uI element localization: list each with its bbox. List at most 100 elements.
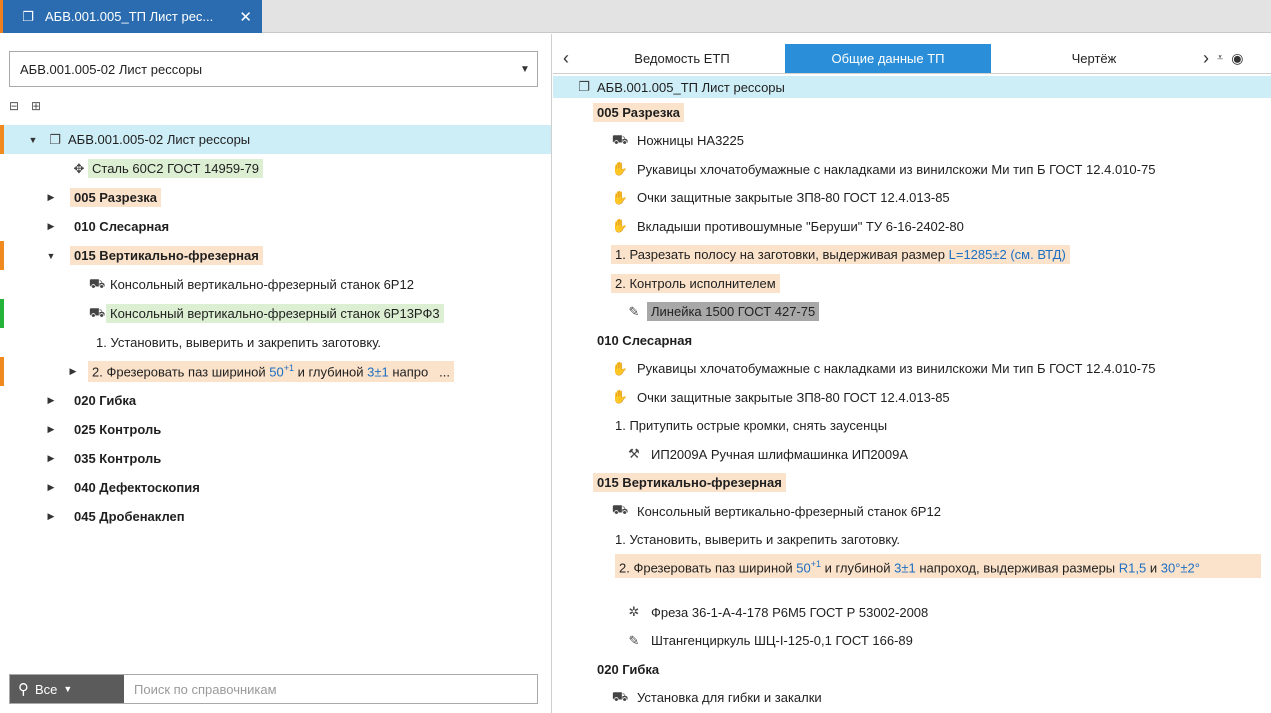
document-select[interactable]: АБВ.001.005-02 Лист рессоры ▼: [9, 51, 538, 87]
dropdown-arrow-icon: ▼: [63, 684, 73, 694]
text-part: и глубиной: [820, 560, 895, 576]
tree-item-op005[interactable]: ▶ 005 Разрезка: [0, 183, 551, 212]
tree-item-label: 1. Установить, выверить и закрепить заго…: [96, 335, 382, 350]
document-icon: ❐: [22, 8, 34, 24]
operation-row[interactable]: 010 Слесарная: [553, 326, 1271, 355]
ppe-row[interactable]: ✋ Рукавицы хлочатобумажные с накладками …: [553, 355, 1271, 384]
measuring-tool-icon: ✎: [628, 303, 640, 319]
step-row[interactable]: 1. Притупить острые кромки, снять заусен…: [553, 412, 1271, 441]
ppe-row[interactable]: ✋ Очки защитные закрытые ЗП8-80 ГОСТ 12.…: [553, 184, 1271, 213]
step-row[interactable]: 1. Установить, выверить и закрепить заго…: [553, 526, 1271, 555]
tool-row[interactable]: ✎ Линейка 1500 ГОСТ 427-75: [553, 298, 1271, 327]
tool-row[interactable]: ⚒ ИП2009А Ручная шлифмашинка ИП2009А: [553, 440, 1271, 469]
process-tree: ▼ ❐ АБВ.001.005-02 Лист рессоры ✥ Сталь …: [0, 125, 551, 531]
row-label: Рукавицы хлочатобумажные с накладками из…: [637, 361, 1156, 377]
text-part: 2. Фрезеровать паз шириной: [619, 560, 797, 576]
tree-item-op020[interactable]: ▶ 020 Гибка: [0, 386, 551, 415]
operation-row[interactable]: 020 Гибка: [553, 655, 1271, 684]
dimension-link[interactable]: 30°±2°: [1161, 560, 1200, 575]
tree-item-op035[interactable]: ▶ 035 Контроль: [0, 444, 551, 473]
tool-row[interactable]: ✎ Штангенциркуль ШЦ-I-125-0,1 ГОСТ 166-8…: [553, 627, 1271, 656]
expand-all-icon[interactable]: ⊞: [31, 98, 47, 114]
scroll-right-icon[interactable]: ›: [1203, 48, 1209, 69]
tab-list-icon[interactable]: ⩡: [1217, 52, 1223, 65]
equipment-row[interactable]: ⛟ Установка для гибки и закалки: [553, 684, 1271, 713]
tab-general-data[interactable]: Общие данные ТП: [785, 44, 991, 73]
chevron-right-icon[interactable]: ▶: [44, 482, 58, 493]
tool-row[interactable]: ✲ Фреза 36-1-А-4-178 Р6М5 ГОСТ Р 53002-2…: [553, 598, 1271, 627]
search-scope-button[interactable]: ⚲ Все ▼: [10, 675, 124, 703]
chevron-right-icon[interactable]: ▶: [44, 424, 58, 435]
document-tab[interactable]: ❐ АБВ.001.005_ТП Лист рес... ✕: [0, 0, 262, 33]
text-part: 1. Разрезать полосу на заготовки, выдерж…: [615, 247, 949, 263]
dimension-link[interactable]: R1,5: [1119, 560, 1146, 575]
machine-icon: ⛟: [611, 131, 629, 147]
search-input[interactable]: [124, 675, 537, 703]
operation-title: 015 Вертикально-фрезерная: [593, 473, 786, 493]
row-label: Вкладыши противошумные "Беруши" ТУ 6-16-…: [637, 218, 964, 234]
tree-toolbar: ⊟ ⊞: [9, 98, 47, 118]
chevron-right-icon[interactable]: ▶: [44, 192, 58, 203]
row-label: Очки защитные закрытые ЗП8-80 ГОСТ 12.4.…: [637, 190, 950, 206]
structure-pane: АБВ.001.005-02 Лист рессоры ▼ ⊟ ⊞ ▼ ❐ АБ…: [0, 34, 552, 713]
dropdown-arrow-icon[interactable]: ▼: [513, 64, 537, 75]
equipment-row[interactable]: ⛟ Консольный вертикально-фрезерный стано…: [553, 497, 1271, 526]
tab-drawing[interactable]: Чертёж: [991, 44, 1197, 73]
dimension-link[interactable]: L=1285±2 (см. ВТД): [949, 247, 1066, 262]
dimension-link[interactable]: 3±1: [894, 560, 916, 575]
tree-item-step[interactable]: ▶ 2. Фрезеровать паз шириной 50+1 и глуб…: [0, 357, 551, 386]
search-icon: ⚲: [18, 681, 29, 698]
chevron-right-icon[interactable]: ▶: [66, 366, 80, 377]
close-icon[interactable]: ✕: [239, 8, 252, 26]
row-label: Ножницы НА3225: [637, 133, 744, 149]
tree-item-op010[interactable]: ▶ 010 Слесарная: [0, 212, 551, 241]
document-header: ❐ АБВ.001.005_ТП Лист рессоры: [553, 76, 1271, 98]
glove-icon: ✋: [611, 389, 629, 405]
ppe-row[interactable]: ✋ Вкладыши противошумные "Беруши" ТУ 6-1…: [553, 212, 1271, 241]
tree-item-label: 010 Слесарная: [74, 219, 170, 234]
glove-icon: ✋: [611, 161, 629, 177]
operation-row[interactable]: 015 Вертикально-фрезерная: [553, 469, 1271, 498]
tolerance-sup: +1: [283, 363, 294, 374]
machine-icon: ⛟: [611, 688, 629, 704]
collapse-all-icon[interactable]: ⊟: [9, 98, 25, 114]
tree-item-root[interactable]: ▼ ❐ АБВ.001.005-02 Лист рессоры: [0, 125, 551, 154]
document-tab-title: АБВ.001.005_ТП Лист рес...: [45, 9, 214, 24]
tree-item-label: 2. Фрезеровать паз шириной 50+1 и глубин…: [88, 361, 454, 382]
search-scope-label: Все: [35, 681, 58, 697]
equipment-row[interactable]: ⛟ Ножницы НА3225: [553, 127, 1271, 156]
chevron-right-icon[interactable]: ▶: [44, 395, 58, 406]
tree-item-label: 020 Гибка: [74, 393, 137, 408]
tree-item-label: Сталь 60С2 ГОСТ 14959-79: [88, 159, 263, 178]
row-label: Консольный вертикально-фрезерный станок …: [637, 503, 941, 519]
step-row[interactable]: 2. Контроль исполнителем: [553, 269, 1271, 298]
dimension-link[interactable]: 50: [796, 560, 810, 575]
tree-item-equipment[interactable]: ⛟ Консольный вертикально-фрезерный стано…: [0, 270, 551, 299]
text-part: и глубиной: [293, 364, 368, 380]
ppe-row[interactable]: ✋ Рукавицы хлочатобумажные с накладками …: [553, 155, 1271, 184]
row-label: Фреза 36-1-А-4-178 Р6М5 ГОСТ Р 53002-200…: [651, 604, 929, 620]
chevron-right-icon[interactable]: ▶: [44, 511, 58, 522]
eye-icon[interactable]: ◉: [1231, 50, 1243, 67]
reference-search: ⚲ Все ▼: [9, 674, 538, 704]
chevron-down-icon[interactable]: ▼: [26, 135, 40, 145]
operation-title: 010 Слесарная: [597, 332, 693, 348]
step-row[interactable]: 2. Фрезеровать паз шириной 50+1 и глубин…: [553, 554, 1271, 598]
tree-item-op015[interactable]: ▼ 015 Вертикально-фрезерная: [0, 241, 551, 270]
tree-item-step[interactable]: 1. Установить, выверить и закрепить заго…: [0, 328, 551, 357]
tree-item-op040[interactable]: ▶ 040 Дефектоскопия: [0, 473, 551, 502]
document-tab-strip: ❐ АБВ.001.005_ТП Лист рес... ✕: [0, 0, 1271, 33]
chevron-down-icon[interactable]: ▼: [44, 251, 58, 261]
tree-item-material[interactable]: ✥ Сталь 60С2 ГОСТ 14959-79: [0, 154, 551, 183]
chevron-right-icon[interactable]: ▶: [44, 453, 58, 464]
tab-etp-sheet[interactable]: Ведомость ЕТП: [579, 44, 785, 73]
tree-item-op025[interactable]: ▶ 025 Контроль: [0, 415, 551, 444]
chevron-right-icon[interactable]: ▶: [44, 221, 58, 232]
ppe-row[interactable]: ✋ Очки защитные закрытые ЗП8-80 ГОСТ 12.…: [553, 383, 1271, 412]
step-row[interactable]: 1. Разрезать полосу на заготовки, выдерж…: [553, 241, 1271, 270]
operation-row[interactable]: 005 Разрезка: [553, 98, 1271, 127]
scroll-left-icon[interactable]: ‹: [553, 44, 579, 73]
tree-item-equipment[interactable]: ⛟ Консольный вертикально-фрезерный стано…: [0, 299, 551, 328]
glove-icon: ✋: [611, 360, 629, 376]
tree-item-op045[interactable]: ▶ 045 Дробенаклеп: [0, 502, 551, 531]
